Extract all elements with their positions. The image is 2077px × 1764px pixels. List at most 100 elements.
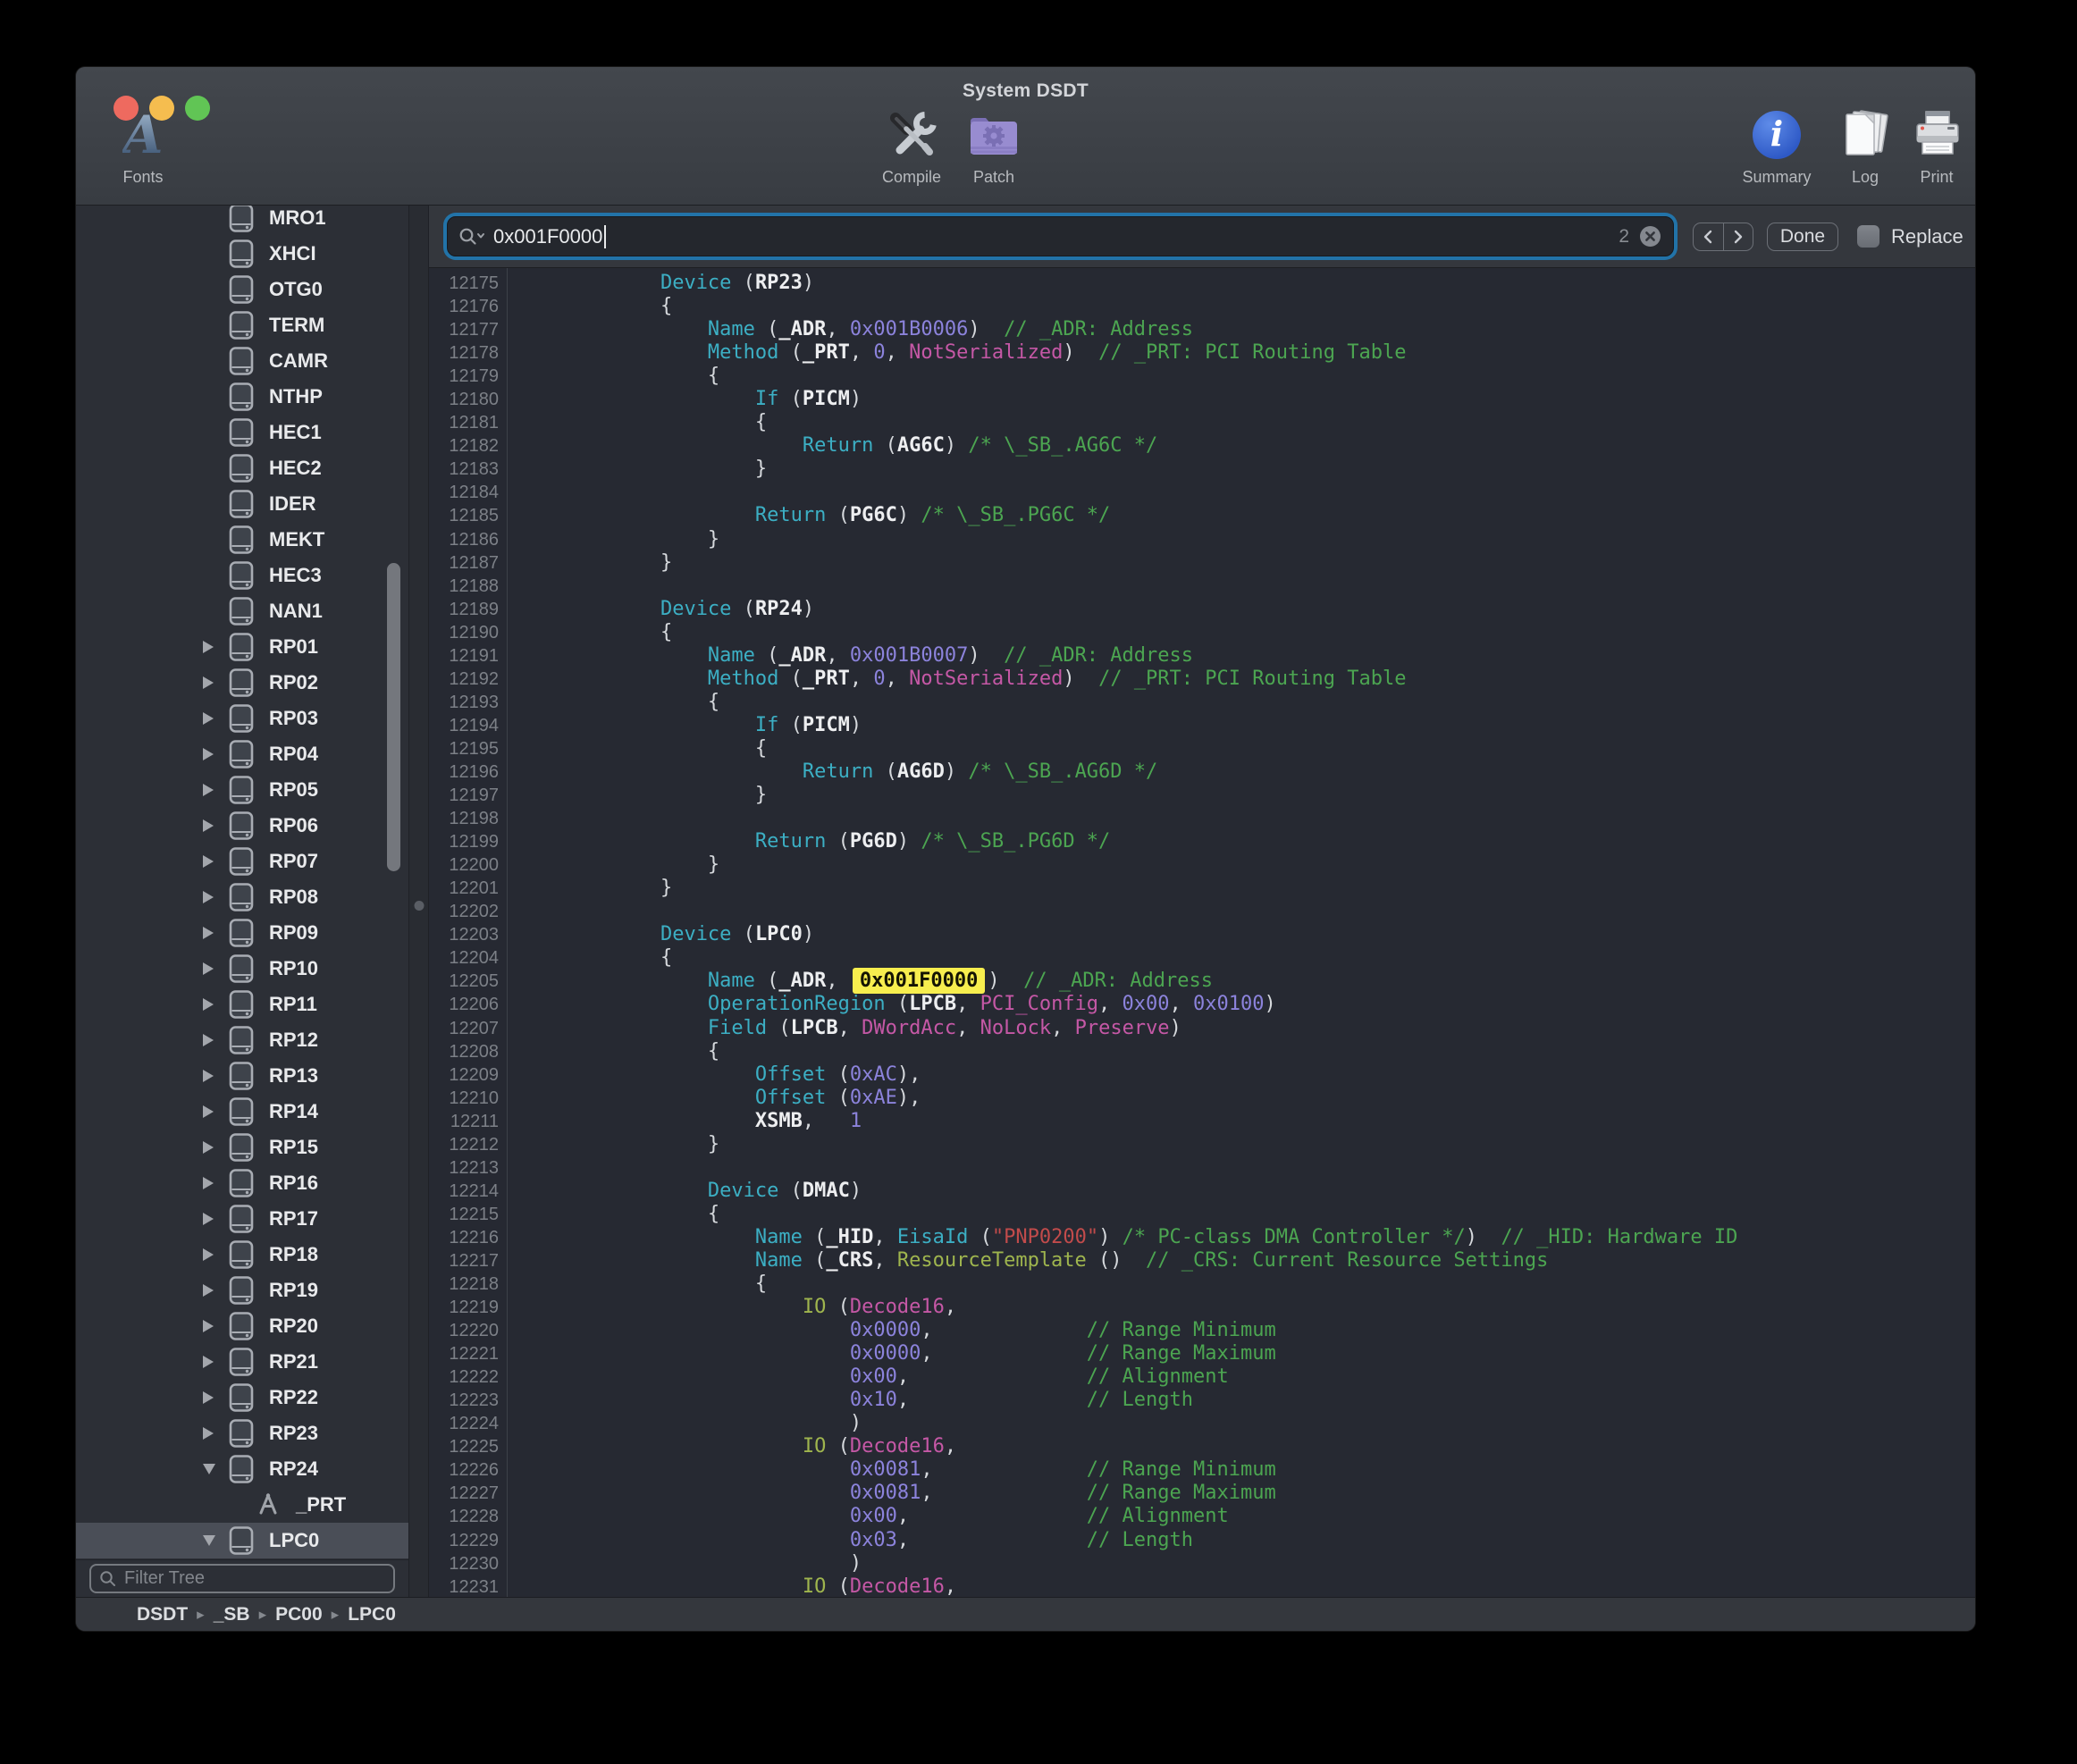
disclosure-triangle-icon[interactable] bbox=[203, 927, 228, 939]
disclosure-triangle-icon[interactable] bbox=[203, 784, 228, 796]
code-line: } bbox=[518, 1133, 1975, 1156]
find-nav-segmented-control bbox=[1693, 223, 1753, 251]
breadcrumb-item-_sb[interactable]: _SB bbox=[214, 1604, 250, 1625]
line-number: 12224 bbox=[429, 1412, 499, 1435]
find-bar: 0x001F0000 2 bbox=[429, 206, 1975, 268]
disclosure-triangle-icon[interactable] bbox=[203, 819, 228, 832]
tree-row-rp08[interactable]: RP08 bbox=[76, 879, 408, 915]
toolbar-item-print[interactable]: Print bbox=[1874, 106, 1975, 187]
disclosure-triangle-icon[interactable] bbox=[203, 1034, 228, 1046]
print-icon bbox=[1911, 109, 1963, 161]
tree-row-rp01[interactable]: RP01 bbox=[76, 629, 408, 665]
tree-row-rp06[interactable]: RP06 bbox=[76, 808, 408, 844]
tree-row-rp11[interactable]: RP11 bbox=[76, 987, 408, 1022]
disclosure-triangle-icon[interactable] bbox=[203, 1141, 228, 1154]
tree-row-hec1[interactable]: HEC1 bbox=[76, 415, 408, 450]
toolbar-item-patch[interactable]: Patch bbox=[931, 106, 1056, 187]
disclosure-triangle-icon[interactable] bbox=[203, 1105, 228, 1118]
disclosure-triangle-icon[interactable] bbox=[203, 1535, 228, 1546]
tree-row-rp03[interactable]: RP03 bbox=[76, 701, 408, 736]
replace-checkbox[interactable] bbox=[1857, 225, 1879, 248]
acpi-tree[interactable]: MRO1 XHCI OTG0 TERM CAMR NTHP HEC1 HEC2 bbox=[76, 206, 408, 1559]
disclosure-triangle-icon[interactable] bbox=[203, 855, 228, 868]
code-line: { bbox=[518, 295, 1975, 318]
line-number: 12197 bbox=[429, 784, 499, 807]
tree-row-rp12[interactable]: RP12 bbox=[76, 1022, 408, 1058]
clear-search-icon[interactable] bbox=[1638, 224, 1662, 248]
line-number: 12196 bbox=[429, 760, 499, 784]
disclosure-triangle-icon[interactable] bbox=[203, 1320, 228, 1332]
tree-row-rp19[interactable]: RP19 bbox=[76, 1273, 408, 1308]
code-line: Offset (0xAC), bbox=[518, 1063, 1975, 1087]
tree-row-rp05[interactable]: RP05 bbox=[76, 772, 408, 808]
filter-tree-input[interactable]: Filter Tree bbox=[89, 1564, 395, 1593]
find-previous-button[interactable] bbox=[1694, 223, 1723, 250]
tree-row-rp13[interactable]: RP13 bbox=[76, 1058, 408, 1094]
code-line: 0x00, // Alignment bbox=[518, 1505, 1975, 1528]
disclosure-triangle-icon[interactable] bbox=[203, 748, 228, 760]
tree-row-rp10[interactable]: RP10 bbox=[76, 951, 408, 987]
disclosure-triangle-icon[interactable] bbox=[203, 1427, 228, 1440]
tree-row-rp02[interactable]: RP02 bbox=[76, 665, 408, 701]
tree-row-rp24[interactable]: RP24 bbox=[76, 1451, 408, 1487]
tree-row-rp21[interactable]: RP21 bbox=[76, 1344, 408, 1380]
tree-row-rp14[interactable]: RP14 bbox=[76, 1094, 408, 1130]
find-input[interactable]: 0x001F0000 2 bbox=[447, 216, 1674, 256]
tree-row-rp23[interactable]: RP23 bbox=[76, 1415, 408, 1451]
tree-item-label: RP09 bbox=[269, 921, 318, 945]
tree-row-camr[interactable]: CAMR bbox=[76, 343, 408, 379]
disclosure-triangle-icon[interactable] bbox=[203, 1284, 228, 1297]
tree-row-ider[interactable]: IDER bbox=[76, 486, 408, 522]
tree-row-rp22[interactable]: RP22 bbox=[76, 1380, 408, 1415]
disclosure-triangle-icon[interactable] bbox=[203, 891, 228, 903]
disclosure-triangle-icon[interactable] bbox=[203, 641, 228, 653]
disclosure-triangle-icon[interactable] bbox=[203, 1177, 228, 1189]
line-number: 12210 bbox=[429, 1087, 499, 1110]
disclosure-triangle-icon[interactable] bbox=[203, 676, 228, 689]
disclosure-triangle-icon[interactable] bbox=[203, 1356, 228, 1368]
breadcrumb-item-dsdt[interactable]: DSDT bbox=[137, 1604, 188, 1625]
filter-placeholder: Filter Tree bbox=[124, 1568, 205, 1589]
find-next-button[interactable] bbox=[1723, 223, 1753, 250]
tree-row-rp07[interactable]: RP07 bbox=[76, 844, 408, 879]
breadcrumb-item-lpc0[interactable]: LPC0 bbox=[348, 1604, 396, 1625]
code-line: IO (Decode16, bbox=[518, 1296, 1975, 1319]
code-line: 0x10, // Length bbox=[518, 1389, 1975, 1412]
tree-item-label: RP02 bbox=[269, 671, 318, 694]
sidebar-scrollbar-thumb[interactable] bbox=[387, 563, 400, 871]
tree-row-_prt[interactable]: _PRT bbox=[76, 1487, 408, 1523]
tree-row-rp16[interactable]: RP16 bbox=[76, 1165, 408, 1201]
tree-row-rp18[interactable]: RP18 bbox=[76, 1237, 408, 1273]
tree-row-mekt[interactable]: MEKT bbox=[76, 522, 408, 558]
split-divider[interactable] bbox=[408, 206, 429, 1597]
code-line: } bbox=[518, 528, 1975, 551]
tree-row-nthp[interactable]: NTHP bbox=[76, 379, 408, 415]
tree-row-rp09[interactable]: RP09 bbox=[76, 915, 408, 951]
tree-row-rp20[interactable]: RP20 bbox=[76, 1308, 408, 1344]
tree-row-hec2[interactable]: HEC2 bbox=[76, 450, 408, 486]
tree-row-rp04[interactable]: RP04 bbox=[76, 736, 408, 772]
disclosure-triangle-icon[interactable] bbox=[203, 1213, 228, 1225]
done-button[interactable]: Done bbox=[1767, 223, 1838, 251]
tree-row-rp15[interactable]: RP15 bbox=[76, 1130, 408, 1165]
disclosure-triangle-icon[interactable] bbox=[203, 1070, 228, 1082]
disclosure-triangle-icon[interactable] bbox=[203, 962, 228, 975]
tree-row-xhci[interactable]: XHCI bbox=[76, 236, 408, 272]
breadcrumb-item-pc00[interactable]: PC00 bbox=[275, 1604, 323, 1625]
disclosure-triangle-icon[interactable] bbox=[203, 712, 228, 725]
toolbar-item-fonts[interactable]: A Fonts bbox=[80, 106, 206, 187]
disclosure-triangle-icon[interactable] bbox=[203, 1391, 228, 1404]
code-editor[interactable]: 1217512176121771217812179121801218112182… bbox=[429, 268, 1975, 1597]
tree-row-rp17[interactable]: RP17 bbox=[76, 1201, 408, 1237]
disclosure-triangle-icon[interactable] bbox=[203, 998, 228, 1011]
tree-row-term[interactable]: TERM bbox=[76, 307, 408, 343]
tree-row-lpc0[interactable]: LPC0 bbox=[76, 1523, 408, 1558]
tree-row-mro1[interactable]: MRO1 bbox=[76, 206, 408, 236]
code-line: Device (DMAC) bbox=[518, 1180, 1975, 1203]
tree-row-hec3[interactable]: HEC3 bbox=[76, 558, 408, 593]
disclosure-triangle-icon[interactable] bbox=[203, 1464, 228, 1474]
line-number: 12214 bbox=[429, 1180, 499, 1203]
tree-row-nan1[interactable]: NAN1 bbox=[76, 593, 408, 629]
disclosure-triangle-icon[interactable] bbox=[203, 1248, 228, 1261]
tree-row-otg0[interactable]: OTG0 bbox=[76, 272, 408, 307]
